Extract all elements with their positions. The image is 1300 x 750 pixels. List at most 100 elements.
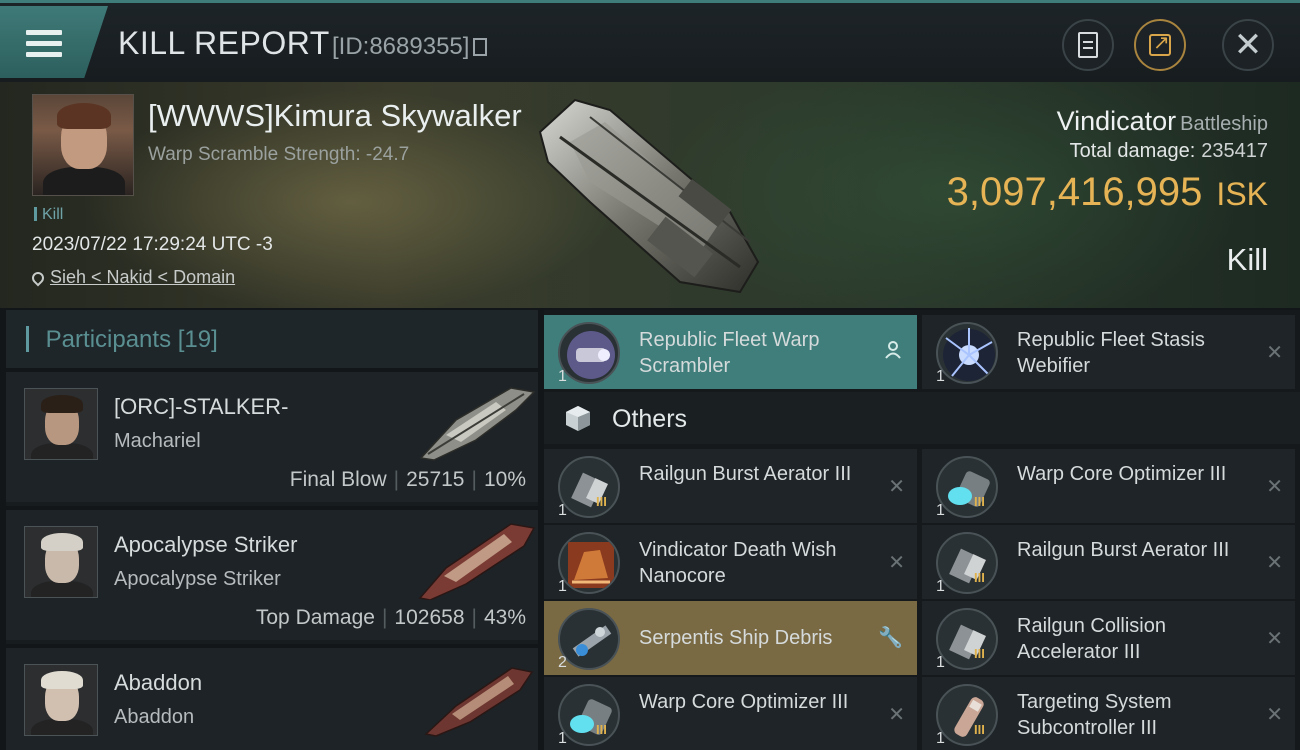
participant-ship-image (424, 667, 534, 737)
participant-card[interactable]: Abaddon Abaddon (6, 644, 538, 750)
person-icon (885, 341, 901, 359)
details-button[interactable] (1062, 19, 1114, 71)
total-damage-label: Total damage: (1069, 140, 1196, 162)
participant-card[interactable]: Apocalypse Striker Apocalypse Striker To… (6, 506, 538, 640)
isk-value: 3,097,416,995 ISK (947, 170, 1268, 215)
hamburger-icon (26, 30, 62, 58)
module-item[interactable]: III 1 Railgun Burst Aerator III ✕ (922, 525, 1295, 599)
stat-label: Top Damage (255, 606, 375, 629)
victim-portrait[interactable] (32, 94, 134, 196)
participants-header: Participants [19] (6, 310, 538, 368)
participant-ship-image (418, 523, 536, 600)
stat-percent: 10% (483, 468, 526, 491)
warp-core-optimizer-icon (936, 456, 998, 518)
close-icon: ✕ (1233, 26, 1263, 64)
participant-ship: Apocalypse Striker (114, 568, 281, 590)
module-item[interactable]: III 1 Targeting System Subcontroller III… (922, 677, 1295, 750)
tier-badge: III (974, 722, 985, 737)
stasis-webifier-icon (936, 322, 998, 384)
close-icon: ✕ (888, 704, 905, 726)
tier-badge: III (596, 494, 607, 509)
railgun-icon (936, 532, 998, 594)
ship-class: Battleship (1180, 113, 1268, 135)
warp-core-optimizer-icon (558, 684, 620, 746)
module-name: Railgun Collision Accelerator III (1017, 615, 1166, 663)
participant-ship-image (419, 387, 536, 461)
nanocore-icon (558, 532, 620, 594)
ship-name: Vindicator (1056, 106, 1177, 136)
tier-badge: III (974, 494, 985, 509)
page-title: KILL REPORT (118, 25, 330, 61)
module-name: Warp Core Optimizer III (1017, 463, 1227, 485)
close-icon: ✕ (1266, 342, 1283, 364)
kill-datetime: 2023/07/22 17:29:24 UTC -3 (32, 234, 273, 255)
module-item[interactable]: 1 Vindicator Death Wish Nanocore ✕ (544, 525, 917, 599)
victim-ship-type[interactable]: Vindicator Battleship (1057, 106, 1268, 137)
module-item[interactable]: 2 Serpentis Ship Debris 🔧 (544, 601, 917, 675)
module-quantity: 1 (558, 502, 567, 519)
participants-count: [19] (177, 326, 218, 353)
module-item[interactable]: III 1 Railgun Burst Aerator III ✕ (544, 449, 917, 523)
module-quantity: 1 (936, 578, 945, 595)
document-icon (1078, 32, 1098, 58)
tier-badge: III (974, 646, 985, 661)
targeting-subcontroller-icon (936, 684, 998, 746)
close-icon: ✕ (1266, 552, 1283, 574)
participant-avatar[interactable] (24, 388, 98, 460)
close-icon: ✕ (1266, 628, 1283, 650)
isk-unit: ISK (1216, 176, 1268, 212)
stat-damage: 102658 (394, 606, 465, 629)
participants-panel: Participants [19] [ORC]-STALKER- Machari… (6, 310, 538, 750)
module-quantity: 1 (558, 368, 567, 385)
victim-name[interactable]: [WWWS]Kimura Skywalker (148, 98, 522, 134)
warp-scramble-strength: Warp Scramble Strength: -24.7 (148, 144, 410, 165)
share-button[interactable] (1134, 19, 1186, 71)
module-quantity: 2 (558, 654, 567, 671)
result-label: Kill (1226, 242, 1268, 277)
location-link[interactable]: Sieh < Nakid < Domain (50, 267, 235, 287)
participant-name: [ORC]-STALKER- (114, 394, 289, 419)
module-quantity: 1 (936, 730, 945, 747)
module-quantity: 1 (936, 368, 945, 385)
module-item[interactable]: 1 Republic Fleet Warp Scrambler (544, 315, 917, 389)
menu-button[interactable] (0, 6, 108, 78)
total-damage: Total damage: 235417 (1070, 140, 1268, 163)
module-item[interactable]: III 1 Warp Core Optimizer III ✕ (544, 677, 917, 750)
victim-summary: [WWWS]Kimura Skywalker Warp Scramble Str… (0, 82, 1300, 308)
module-name: Railgun Burst Aerator III (639, 463, 852, 485)
close-icon: ✕ (1266, 476, 1283, 498)
box-icon (566, 406, 590, 431)
module-name: Republic Fleet Stasis Webifier (1017, 329, 1205, 377)
module-item[interactable]: III 1 Warp Core Optimizer III ✕ (922, 449, 1295, 523)
share-icon (1149, 30, 1171, 56)
isk-amount: 3,097,416,995 (946, 170, 1203, 214)
stat-label: Final Blow (289, 468, 387, 491)
participant-card[interactable]: [ORC]-STALKER- Machariel Final Blow | 2571… (6, 368, 538, 502)
participant-avatar[interactable] (24, 526, 98, 598)
participant-avatar[interactable] (24, 664, 98, 736)
participant-stats: Final Blow | 25715 | 10% (289, 468, 526, 491)
module-name: Railgun Burst Aerator III (1017, 539, 1230, 561)
location-pin-icon (29, 269, 47, 287)
others-label: Others (612, 405, 688, 433)
module-quantity: 1 (558, 730, 567, 747)
kill-location[interactable]: Sieh < Nakid < Domain (29, 267, 235, 288)
close-button[interactable]: ✕ (1222, 19, 1274, 71)
participant-ship: Machariel (114, 430, 201, 452)
close-icon: ✕ (1266, 704, 1283, 726)
close-icon: ✕ (888, 476, 905, 498)
warp-scrambler-icon (558, 322, 620, 384)
kill-tag: Kill (34, 206, 63, 224)
participant-name: Abaddon (114, 670, 203, 695)
participant-stats: Top Damage | 102658 | 43% (255, 606, 526, 629)
report-id[interactable]: [ID:8689355] (332, 33, 488, 61)
module-item[interactable]: 1 Republic Fleet Stasis Webifier ✕ (922, 315, 1295, 389)
participant-name: Apocalypse Striker (114, 532, 298, 557)
module-name: Republic Fleet Warp Scrambler (639, 329, 820, 377)
tier-badge: III (596, 722, 607, 737)
wrench-icon: 🔧 (878, 627, 903, 649)
module-quantity: 1 (936, 654, 945, 671)
railgun-icon (936, 608, 998, 670)
copy-icon[interactable] (473, 38, 488, 56)
module-item[interactable]: III 1 Railgun Collision Accelerator III … (922, 601, 1295, 675)
